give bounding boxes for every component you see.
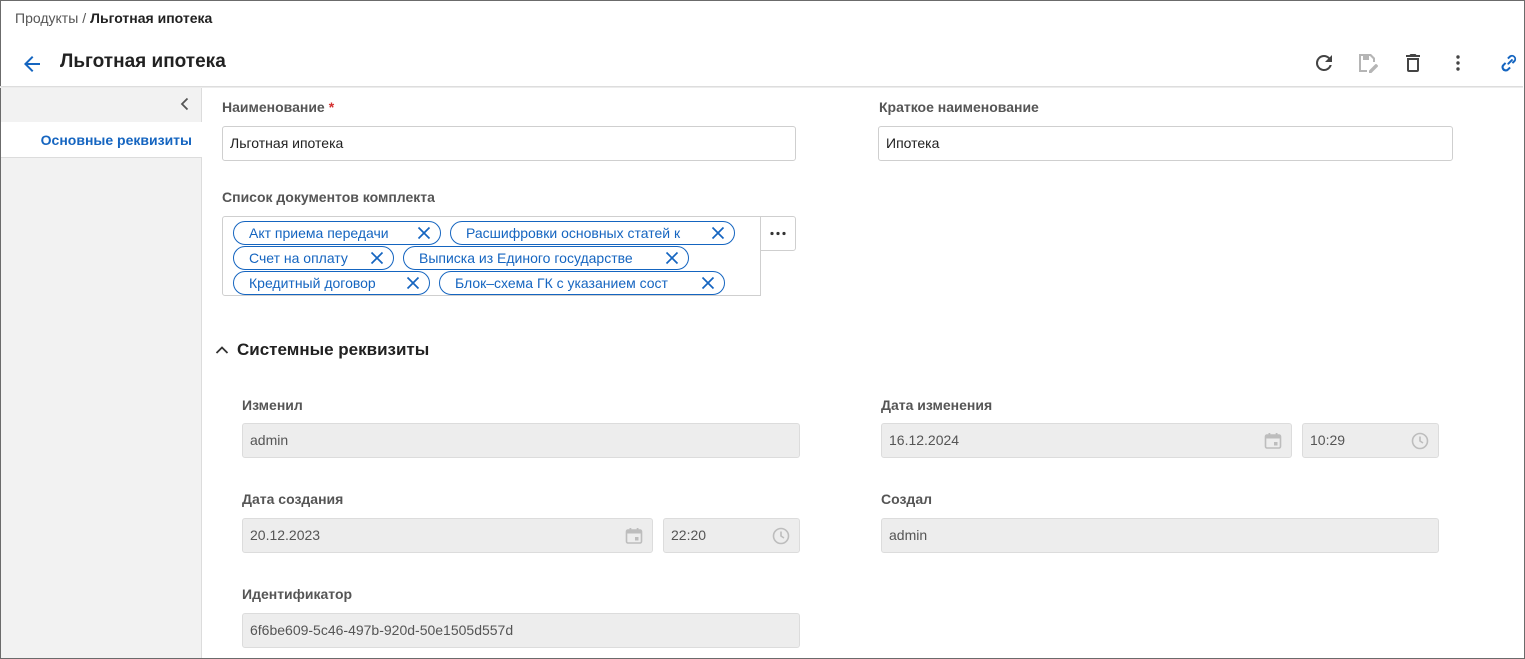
created-date-value: 20.12.2023 — [250, 527, 321, 543]
close-icon[interactable] — [700, 275, 716, 291]
save-edit-icon — [1359, 54, 1378, 73]
calendar-icon — [625, 528, 643, 544]
sidebar-item-label: Основные реквизиты — [40, 132, 192, 148]
chevron-up-icon — [215, 346, 229, 354]
header-divider — [0, 86, 1523, 88]
copy-link-button[interactable] — [1497, 51, 1521, 75]
changed-date-label: Дата изменения — [881, 397, 993, 413]
changed-time-field: 10:29 — [1302, 423, 1439, 458]
document-tag[interactable]: Блок–схема ГК с указанием сост — [439, 271, 725, 295]
more-vertical-icon — [1456, 55, 1460, 71]
changed-date-field: 16.12.2024 — [881, 423, 1292, 458]
page-title: Льготная ипотека — [60, 51, 226, 72]
trash-icon — [1406, 54, 1420, 72]
changed-date-value: 16.12.2024 — [889, 432, 960, 448]
created-time-field: 22:20 — [663, 518, 800, 553]
created-time-value: 22:20 — [671, 527, 707, 543]
close-icon[interactable] — [710, 225, 726, 241]
close-icon[interactable] — [664, 250, 680, 266]
arrow-left-icon — [24, 56, 40, 72]
document-tag[interactable]: Счет на оплату — [233, 246, 394, 270]
back-button[interactable] — [20, 52, 44, 76]
document-tag[interactable]: Кредитный договор — [233, 271, 430, 295]
clock-icon — [772, 527, 790, 545]
changed-by-field: admin — [242, 423, 800, 458]
created-date-field: 20.12.2023 — [242, 518, 653, 553]
documents-tag-input[interactable]: Акт приема передачи Расшифровки основных… — [222, 216, 761, 296]
sidebar: Основные реквизиты — [1, 88, 202, 658]
identifier-field: 6f6be609-5c46-497b-920d-50e1505d557d — [242, 613, 800, 648]
documents-select-button[interactable] — [760, 216, 796, 251]
breadcrumb: Продукты / Льготная ипотека — [15, 10, 212, 26]
breadcrumb-current: Льготная ипотека — [90, 10, 213, 26]
system-section-toggle[interactable]: Системные реквизиты — [214, 340, 434, 360]
breadcrumb-parent-link[interactable]: Продукты — [15, 10, 78, 26]
close-icon[interactable] — [369, 250, 385, 266]
identifier-label: Идентификатор — [242, 586, 353, 602]
short-name-input[interactable]: Ипотека — [878, 126, 1453, 161]
document-tag-label: Кредитный договор — [249, 275, 376, 291]
document-tag[interactable]: Акт приема передачи — [233, 221, 441, 245]
document-tag-label: Выписка из Единого государстве — [419, 250, 633, 266]
required-asterisk: * — [328, 99, 335, 115]
document-tag-label: Счет на оплату — [249, 250, 348, 266]
refresh-icon — [1315, 54, 1332, 71]
changed-by-label: Изменил — [242, 397, 303, 413]
calendar-icon — [1264, 433, 1282, 449]
created-by-label: Создал — [881, 491, 933, 507]
delete-button[interactable] — [1401, 51, 1425, 75]
chevron-left-icon — [180, 97, 189, 111]
document-tag-label: Акт приема передачи — [249, 225, 389, 241]
close-icon[interactable] — [416, 225, 432, 241]
more-horizontal-icon — [770, 231, 786, 236]
section-title: Системные реквизиты — [237, 340, 430, 359]
link-icon — [1501, 54, 1517, 72]
document-tag[interactable]: Расшифровки основных статей к — [450, 221, 735, 245]
close-icon[interactable] — [405, 275, 421, 291]
created-by-field: admin — [881, 518, 1439, 553]
save-button[interactable] — [1356, 51, 1380, 75]
breadcrumb-separator: / — [82, 10, 87, 26]
name-label-text: Наименование — [222, 99, 325, 115]
more-actions-button[interactable] — [1446, 51, 1470, 75]
documents-label: Список документов комплекта — [222, 189, 435, 205]
short-name-label: Краткое наименование — [879, 99, 1039, 115]
clock-icon — [1411, 432, 1429, 450]
sidebar-collapse-button[interactable] — [177, 96, 193, 112]
changed-time-value: 10:29 — [1310, 432, 1346, 448]
document-tag-label: Блок–схема ГК с указанием сост — [455, 275, 668, 291]
refresh-button[interactable] — [1312, 51, 1336, 75]
page-header: Льготная ипотека — [0, 40, 1523, 87]
name-input[interactable]: Льготная ипотека — [222, 126, 796, 161]
document-tag-label: Расшифровки основных статей к — [466, 225, 681, 241]
name-label: Наименование * — [222, 99, 334, 115]
sidebar-item-main-details[interactable]: Основные реквизиты — [1, 122, 202, 158]
document-tag[interactable]: Выписка из Единого государстве — [403, 246, 689, 270]
created-date-label: Дата создания — [242, 491, 344, 507]
